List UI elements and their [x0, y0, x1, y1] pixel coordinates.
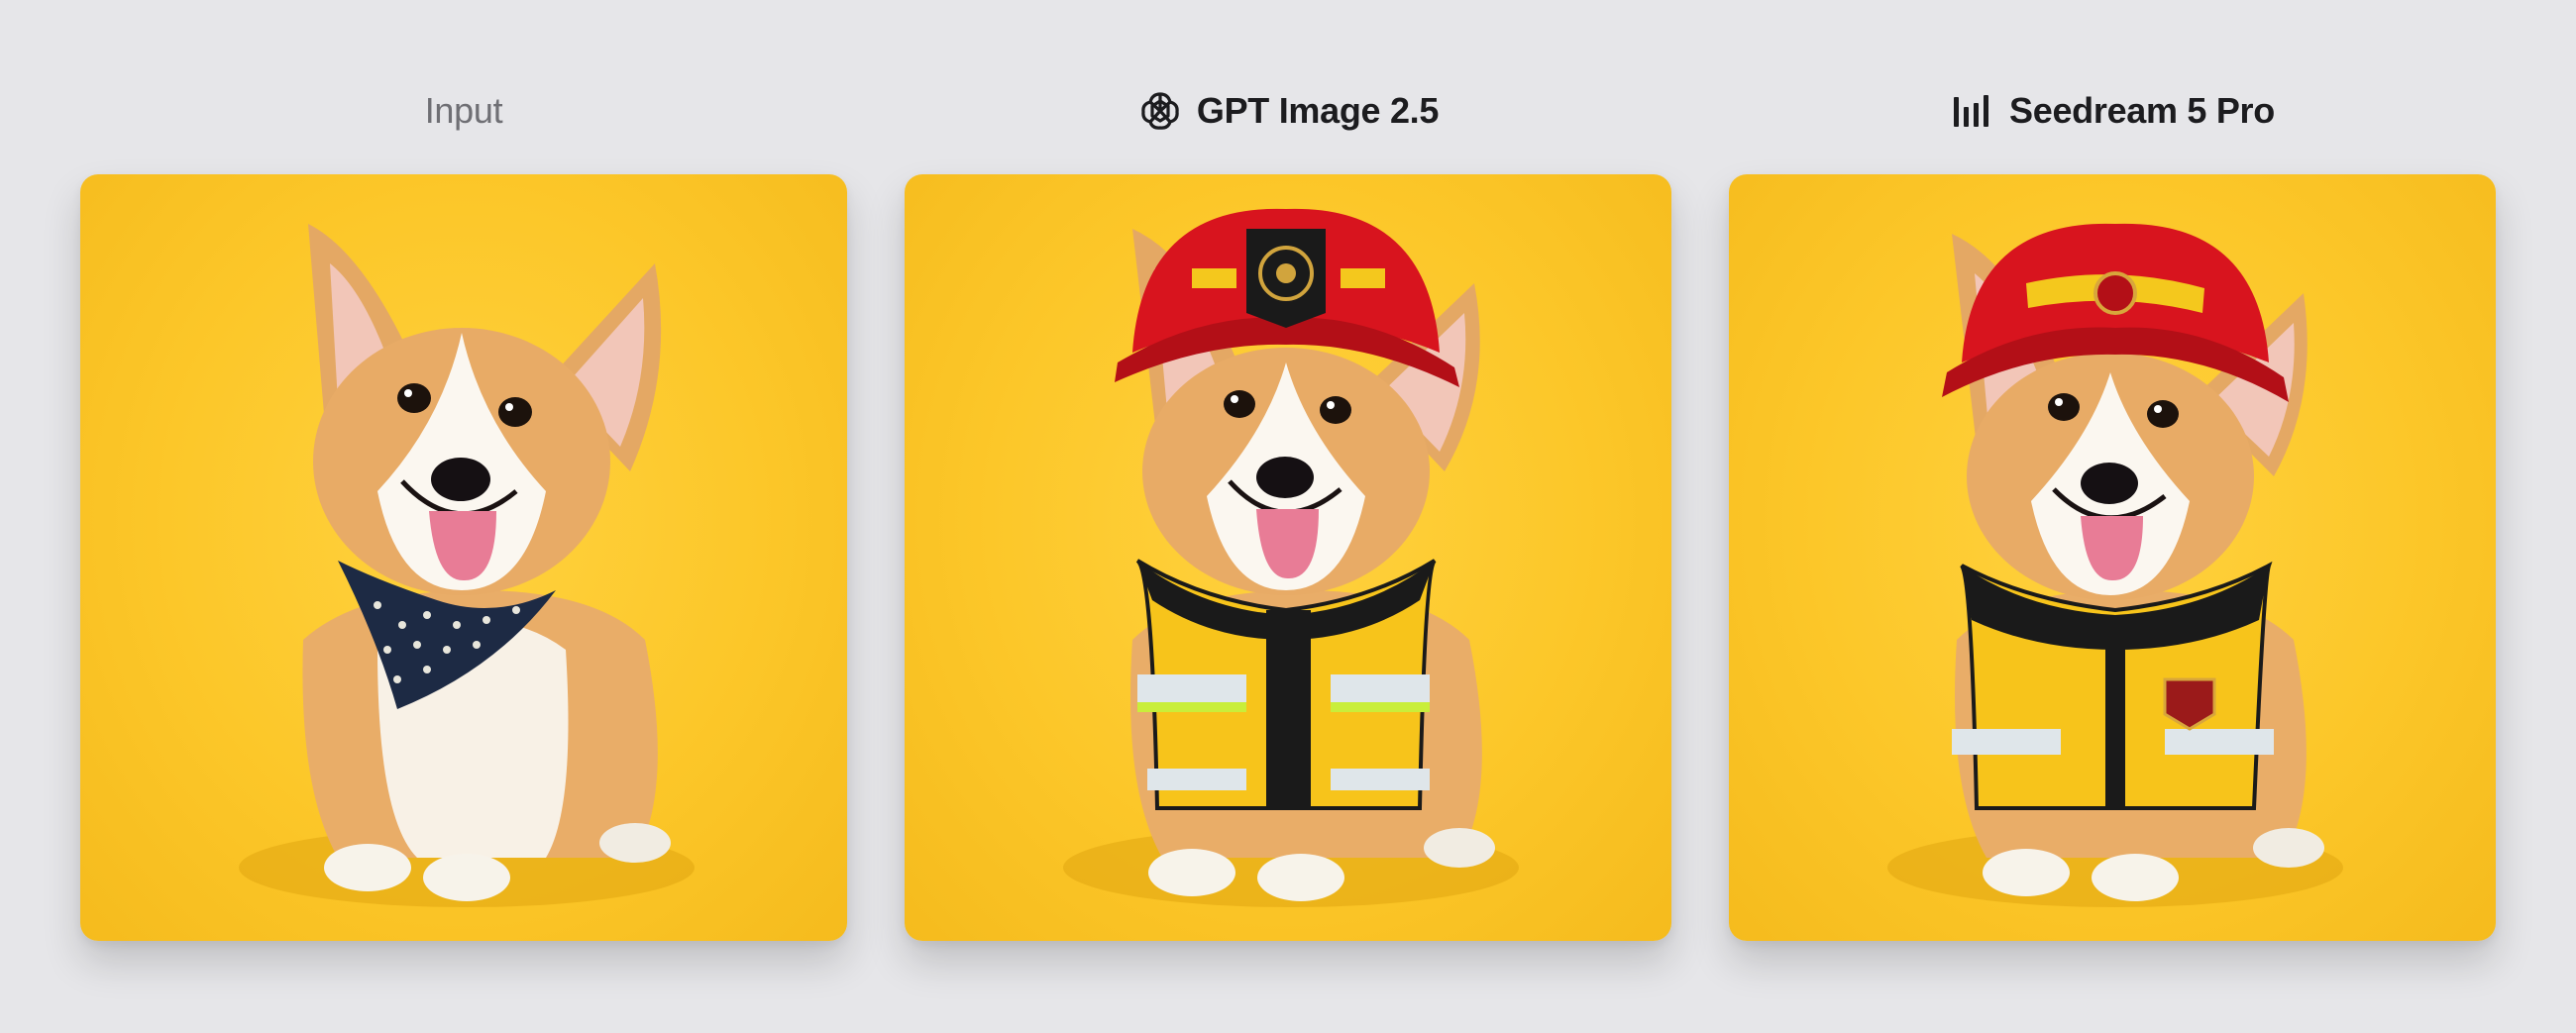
- corgi-firefighter-illustration: [1887, 223, 2343, 907]
- column-gpt-image: GPT Image 2.5: [905, 0, 1671, 1033]
- corgi-firefighter-illustration: [1063, 208, 1519, 907]
- column-title: GPT Image 2.5: [1196, 90, 1440, 131]
- seedream-bars-icon: [1950, 88, 1995, 134]
- column-input: Input: [80, 0, 847, 1033]
- column-header: GPT Image 2.5: [905, 81, 1671, 141]
- column-title: Seedream 5 Pro: [2009, 90, 2275, 131]
- column-seedream: Seedream 5 Pro: [1729, 0, 2496, 1033]
- input-image[interactable]: [80, 174, 847, 941]
- column-header: Seedream 5 Pro: [1729, 81, 2496, 141]
- corgi-bandana-illustration: [239, 224, 695, 907]
- column-title: Input: [424, 90, 503, 131]
- openai-logo-icon: [1137, 88, 1183, 134]
- seedream-output-image[interactable]: [1729, 174, 2496, 941]
- gpt-output-image[interactable]: [905, 174, 1671, 941]
- column-header: Input: [80, 81, 847, 141]
